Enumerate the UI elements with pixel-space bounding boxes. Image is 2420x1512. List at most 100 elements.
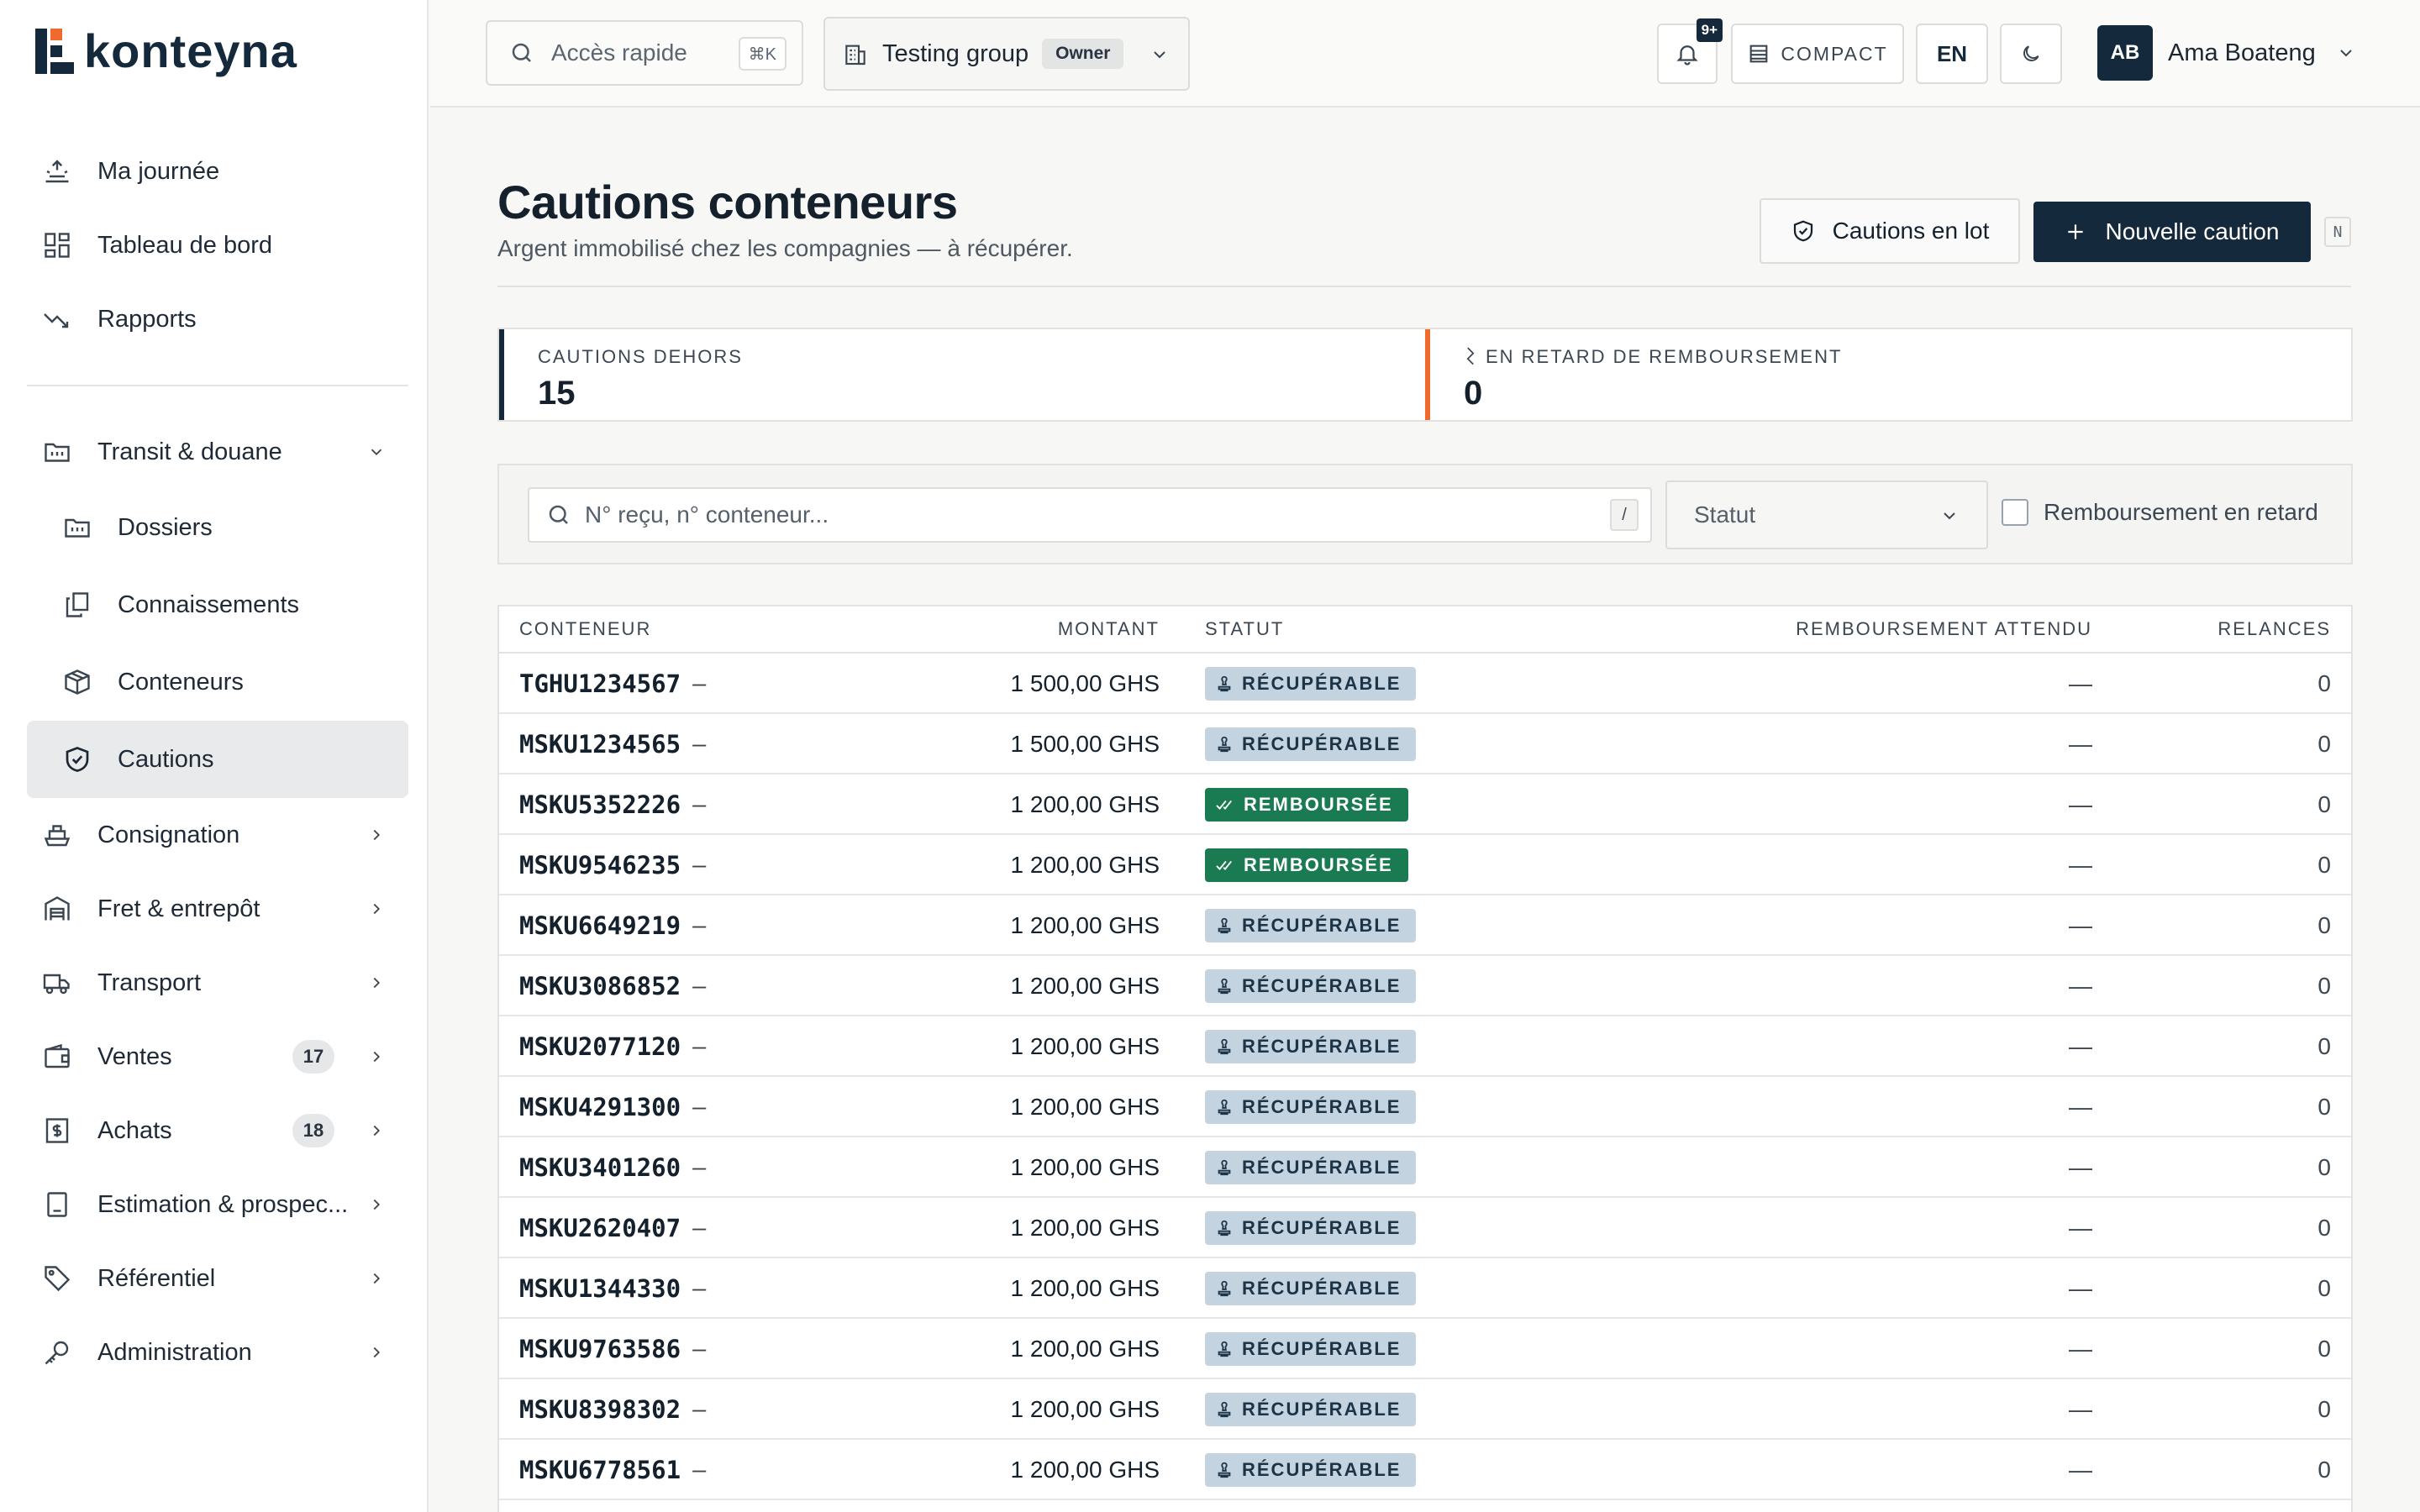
status-badge: REMBOURSÉE [1205,848,1408,882]
table-row[interactable]: MSKU3401260– 1 200,00 GHS RÉCUPÉRABLE — 0 [499,1137,2351,1198]
status-badge: RÉCUPÉRABLE [1205,969,1417,1003]
dashboard-grid-icon [40,228,74,262]
chevron-right-icon [365,823,388,847]
sidebar-item-conteneurs[interactable]: Conteneurs [27,643,408,721]
container-cell: MSKU8398302– [519,1379,706,1440]
table-row[interactable]: MSKU6649219– 1 200,00 GHS RÉCUPÉRABLE — 0 [499,895,2351,956]
sidebar-item-fret-entrepot[interactable]: Fret & entrepôt [27,872,408,946]
table-row[interactable]: MSKU1234565– 1 500,00 GHS RÉCUPÉRABLE — 0 [499,714,2351,774]
sidebar-item-cautions[interactable]: Cautions [27,721,408,798]
table-row[interactable]: MSKU9546235– 1 200,00 GHS REMBOURSÉE — 0 [499,835,2351,895]
container-number: MSKU4291300 [519,1093,681,1121]
table-row[interactable]: MSKU2620407– 1 200,00 GHS RÉCUPÉRABLE — 0 [499,1198,2351,1258]
header-divider [497,286,2351,287]
expected-refund-cell: — [2069,791,2092,817]
container-suffix: – [692,730,707,758]
bulk-deposits-label: Cautions en lot [1832,218,1990,244]
column-header-reminders[interactable]: RELANCES [2217,618,2331,640]
container-number: MSKU6778561 [519,1456,681,1484]
chevron-right-icon [365,897,388,921]
stamp-icon [1215,675,1234,693]
column-header-container[interactable]: CONTENEUR [519,618,651,640]
table-row[interactable]: MSKU3086852– 1 200,00 GHS RÉCUPÉRABLE — 0 [499,956,2351,1016]
expected-refund-cell: — [2069,1033,2092,1059]
chevron-down-icon [2336,43,2356,63]
user-name: Ama Boateng [2168,39,2316,66]
status-badge: RÉCUPÉRABLE [1205,1030,1417,1063]
group-selector[interactable]: Testing group Owner [823,17,1190,91]
table-row[interactable]: MSKU9763586– 1 200,00 GHS RÉCUPÉRABLE — 0 [499,1319,2351,1379]
page-title: Cautions conteneurs [497,176,958,228]
status-select[interactable]: Statut [1665,480,1988,549]
app-logo[interactable]: konteyna [35,24,297,78]
status-placeholder: Statut [1694,501,1756,528]
status-cell: RÉCUPÉRABLE [1205,654,1417,714]
table-row[interactable]: MSKU5352226– 1 200,00 GHS REMBOURSÉE — 0 [499,774,2351,835]
container-cell: MSKU3401260– [519,1137,706,1198]
notification-count-badge: 9+ [1696,18,1723,42]
sidebar-divider [27,385,408,386]
amount-cell: 1 200,00 GHS [1010,852,1160,878]
column-header-status[interactable]: STATUT [1205,618,1284,640]
truck-icon [40,966,74,1000]
theme-toggle-button[interactable] [2000,24,2062,84]
compact-toggle-button[interactable]: COMPACT [1731,24,1904,84]
table-row[interactable]: MSKU8398302– 1 200,00 GHS RÉCUPÉRABLE — 0 [499,1379,2351,1440]
late-refund-filter[interactable]: Remboursement en retard [2002,499,2318,526]
sidebar-item-label: Dossiers [118,513,213,541]
language-button[interactable]: EN [1916,24,1988,84]
table-row[interactable]: MSKU4291300– 1 200,00 GHS RÉCUPÉRABLE — 0 [499,1077,2351,1137]
container-number: TGHU1234567 [519,669,681,698]
amount-cell: 1 500,00 GHS [1010,670,1160,696]
sidebar-item-achats[interactable]: Achats 18 [27,1094,408,1168]
sidebar-item-estimation[interactable]: Estimation & prospec... [27,1168,408,1242]
table-row[interactable]: MSKU1344330– 1 200,00 GHS RÉCUPÉRABLE — 0 [499,1258,2351,1319]
count-badge: 17 [292,1040,334,1074]
new-deposit-label: Nouvelle caution [2105,218,2280,244]
quick-access-search[interactable]: Accès rapide ⌘K [486,20,803,86]
moon-icon [2020,43,2042,65]
container-cell: MSKU5352226– [519,774,706,835]
sidebar-item-ventes[interactable]: Ventes 17 [27,1020,408,1094]
notifications-button[interactable]: 9+ [1657,18,1723,84]
list-lines-icon [1747,42,1770,66]
sidebar-item-transit-douane[interactable]: Transit & douane [27,415,408,489]
status-badge: RÉCUPÉRABLE [1205,1272,1417,1305]
status-badge: RÉCUPÉRABLE [1205,667,1417,701]
status-badge: RÉCUPÉRABLE [1205,1393,1417,1426]
status-badge: RÉCUPÉRABLE [1205,1151,1417,1184]
table-row[interactable]: TGHU1234567– 1 500,00 GHS RÉCUPÉRABLE — 0 [499,654,2351,714]
quick-access-placeholder: Accès rapide [551,39,687,66]
table-row[interactable]: MSKU2077120– 1 200,00 GHS RÉCUPÉRABLE — 0 [499,1016,2351,1077]
sidebar-item-transport[interactable]: Transport [27,946,408,1020]
stamp-icon [1215,1340,1234,1358]
sidebar-item-administration[interactable]: Administration [27,1315,408,1389]
late-refund-checkbox[interactable] [2002,499,2028,526]
status-cell: RÉCUPÉRABLE [1205,1077,1417,1137]
sidebar-item-label: Fret & entrepôt [97,895,260,922]
status-cell: RÉCUPÉRABLE [1205,956,1417,1016]
status-label: RÉCUPÉRABLE [1242,1338,1402,1359]
sidebar-item-dossiers[interactable]: Dossiers [27,489,408,566]
reminders-cell: 0 [2317,852,2331,878]
table-header: CONTENEUR MONTANT STATUT REMBOURSEMENT A… [499,606,2351,654]
sidebar-item-referentiel[interactable]: Référentiel [27,1242,408,1315]
folder-icon [60,511,94,544]
stamp-icon [1215,1461,1234,1479]
sidebar-item-tableau-de-bord[interactable]: Tableau de bord [27,208,408,282]
status-cell: RÉCUPÉRABLE [1205,1379,1417,1440]
user-menu[interactable]: AB Ama Boateng [2097,25,2356,81]
sidebar-item-connaissements[interactable]: Connaissements [27,566,408,643]
sidebar-item-rapports[interactable]: Rapports [27,282,408,356]
column-header-amount[interactable]: MONTANT [1058,618,1160,640]
container-suffix: – [692,1456,707,1483]
sidebar-item-consignation[interactable]: Consignation [27,798,408,872]
column-header-expected-refund[interactable]: REMBOURSEMENT ATTENDU [1796,618,2092,640]
new-deposit-button[interactable]: Nouvelle caution [2033,202,2311,262]
bulk-deposits-button[interactable]: Cautions en lot [1760,198,2020,264]
sidebar-item-label: Transit & douane [97,438,282,465]
sidebar-item-ma-journee[interactable]: Ma journée [27,134,408,208]
search-input[interactable]: N° reçu, n° conteneur... / [528,487,1652,543]
late-refund-label: Remboursement en retard [2044,499,2318,525]
table-row[interactable]: MSKU6778561– 1 200,00 GHS RÉCUPÉRABLE — 0 [499,1440,2351,1500]
